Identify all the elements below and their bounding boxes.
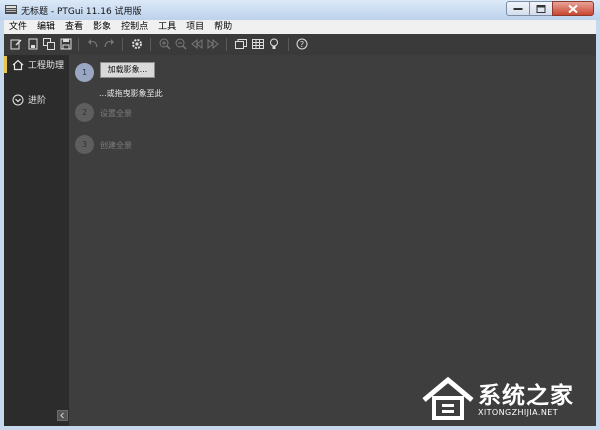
collapse-sidebar-button[interactable] — [57, 410, 68, 421]
panorama-editor-icon — [235, 39, 247, 49]
copy-project-button[interactable] — [42, 37, 56, 51]
panorama-editor-button[interactable] — [234, 37, 248, 51]
step-2-label: 设置全景 — [100, 109, 132, 118]
open-project-button[interactable] — [26, 37, 40, 51]
maximize-icon — [536, 4, 546, 13]
menu-tools[interactable]: 工具 — [153, 20, 181, 34]
app-icon — [5, 5, 17, 14]
previous-icon — [191, 38, 203, 50]
menu-view[interactable]: 查看 — [60, 20, 88, 34]
drag-drop-hint: ...或拖曳影象至此 — [99, 89, 163, 98]
menu-file[interactable]: 文件 — [4, 20, 32, 34]
project-assistant-panel: 1 加载影象... ...或拖曳影象至此 2 设置全景 3 创建全景 — [69, 55, 596, 426]
new-project-icon — [10, 39, 22, 50]
settings-button[interactable] — [130, 37, 144, 51]
minimize-button[interactable] — [506, 1, 530, 16]
table-button[interactable] — [251, 37, 265, 51]
settings-gear-icon — [132, 39, 142, 49]
zoom-out-icon — [175, 38, 187, 50]
toolbar-separator — [288, 38, 289, 51]
undo-button[interactable] — [86, 37, 100, 51]
chevron-down-circle-icon — [12, 94, 24, 105]
title-bar: 无标题 - PTGui 11.16 试用版 — [0, 0, 600, 20]
table-grid-icon — [252, 39, 264, 49]
window-title: 无标题 - PTGui 11.16 试用版 — [21, 7, 142, 17]
zoom-in-icon — [159, 38, 171, 50]
window-frame-bottom — [0, 426, 600, 430]
light-bulb-icon — [270, 38, 278, 49]
toolbar-separator — [150, 38, 151, 51]
help-icon: ? — [296, 38, 308, 50]
sidebar: 工程助理 进阶 — [4, 55, 69, 426]
chevron-left-icon — [60, 412, 64, 419]
toolbar-separator — [226, 38, 227, 51]
menu-project[interactable]: 项目 — [181, 20, 209, 34]
tips-button[interactable] — [267, 37, 281, 51]
step-2-badge: 2 — [75, 103, 94, 122]
save-button[interactable] — [59, 37, 73, 51]
sidebar-item-project-assistant[interactable]: 工程助理 — [12, 58, 64, 71]
watermark-logo — [422, 376, 474, 420]
save-icon — [60, 38, 72, 50]
selected-indicator — [4, 56, 7, 73]
copy-project-icon — [43, 38, 55, 50]
next-icon — [207, 38, 219, 50]
sidebar-item-advanced[interactable]: 进阶 — [12, 93, 46, 106]
toolbar-separator — [122, 38, 123, 51]
maximize-button[interactable] — [529, 1, 553, 16]
menu-help[interactable]: 帮助 — [209, 20, 237, 34]
redo-icon — [104, 39, 114, 48]
close-icon — [568, 4, 578, 13]
sidebar-item-label: 进阶 — [28, 96, 47, 106]
close-button[interactable] — [552, 1, 594, 16]
zoom-out-button[interactable] — [174, 37, 188, 51]
window-controls — [506, 1, 594, 16]
open-project-icon — [28, 38, 38, 50]
new-project-button[interactable] — [9, 37, 23, 51]
watermark-subtitle: XITONGZHIJIA.NET — [478, 408, 558, 417]
load-images-button[interactable]: 加载影象... — [100, 62, 155, 78]
menu-bar: 文件 编辑 查看 影象 控制点 工具 项目 帮助 — [4, 20, 596, 34]
step-3-badge: 3 — [75, 135, 94, 154]
toolbar: ? — [4, 34, 596, 55]
watermark: 系统之家 XITONGZHIJIA.NET — [420, 372, 598, 426]
sidebar-item-label: 工程助理 — [28, 61, 65, 71]
toolbar-separator — [78, 38, 79, 51]
home-icon — [12, 59, 24, 70]
undo-icon — [88, 39, 98, 48]
help-button[interactable]: ? — [295, 37, 309, 51]
menu-edit[interactable]: 编辑 — [32, 20, 60, 34]
app-window: 无标题 - PTGui 11.16 试用版 文件 编辑 查看 影象 控制点 工具… — [0, 0, 600, 430]
redo-button[interactable] — [102, 37, 116, 51]
step-3-label: 创建全景 — [100, 141, 132, 150]
watermark-title: 系统之家 — [478, 383, 574, 409]
next-button[interactable] — [206, 37, 220, 51]
menu-control-points[interactable]: 控制点 — [116, 20, 153, 34]
minimize-icon — [513, 7, 523, 10]
previous-button[interactable] — [190, 37, 204, 51]
zoom-in-button[interactable] — [158, 37, 172, 51]
svg-text:?: ? — [300, 40, 304, 49]
menu-images[interactable]: 影象 — [88, 20, 116, 34]
step-1-badge: 1 — [75, 63, 94, 82]
